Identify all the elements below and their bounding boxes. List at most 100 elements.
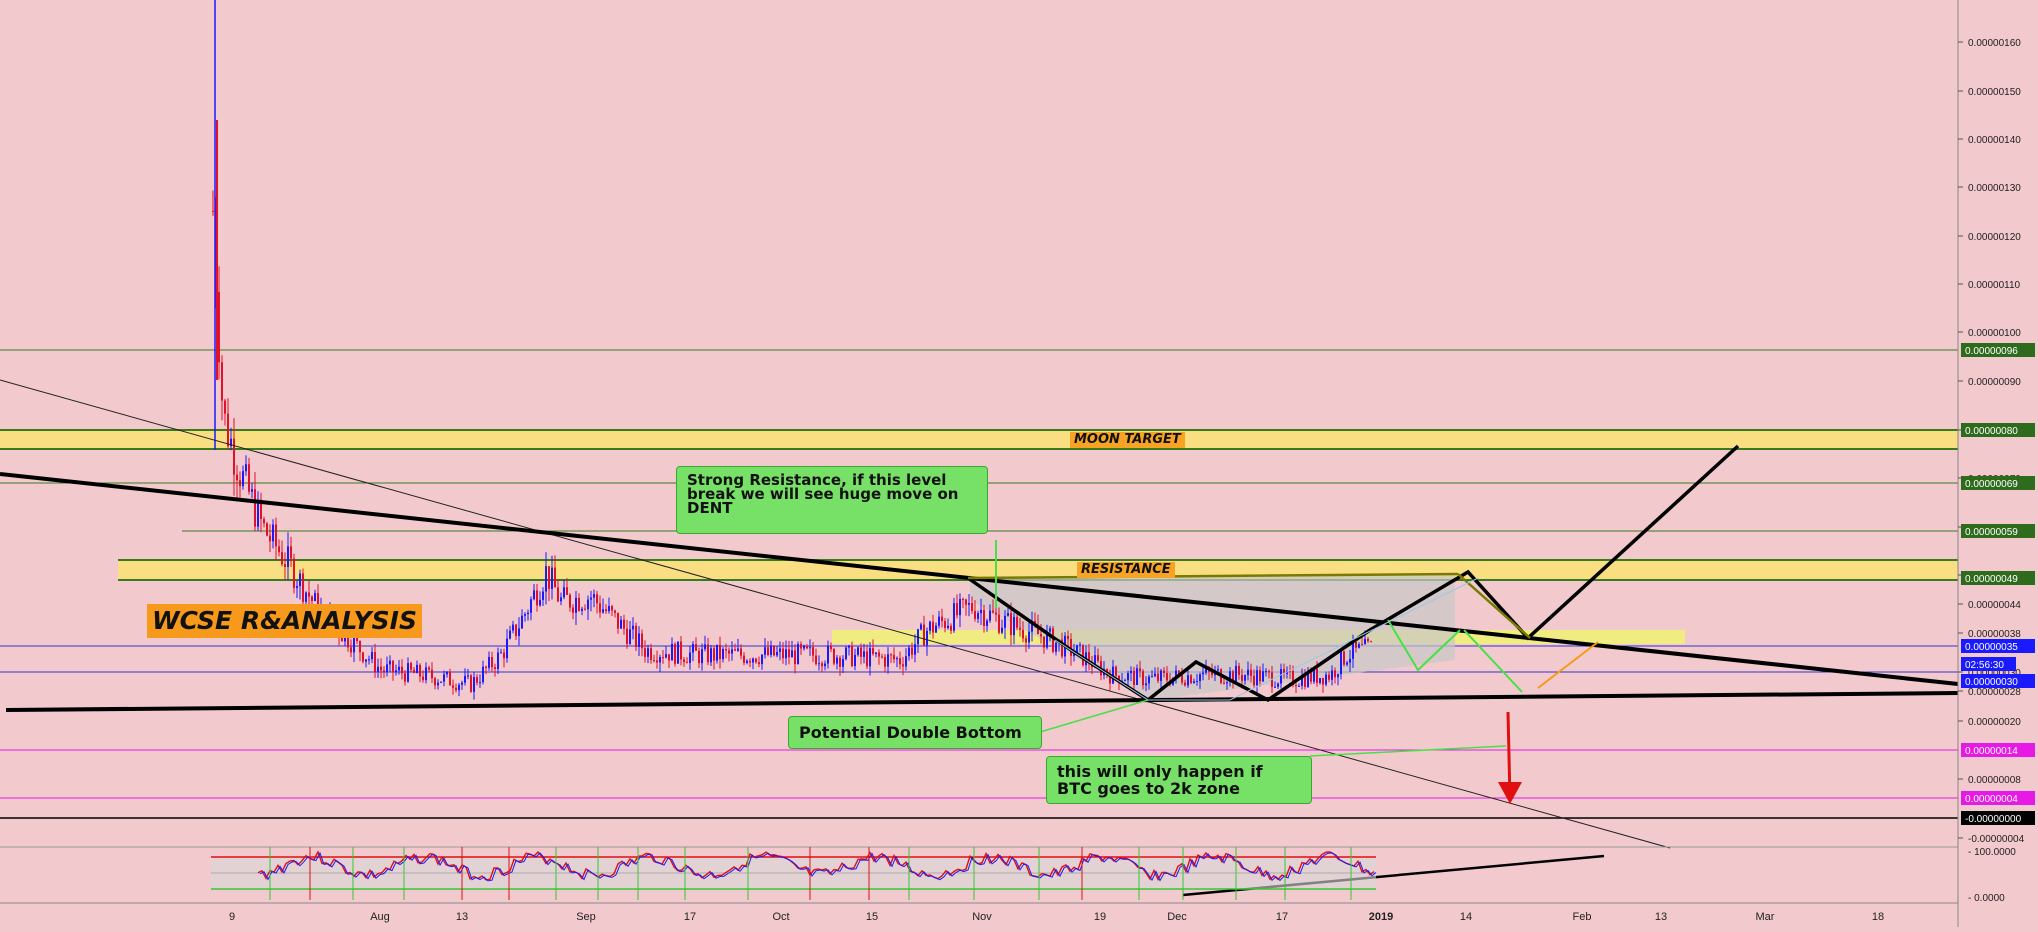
candle-body <box>509 630 511 639</box>
candle-body <box>905 656 907 667</box>
candle-body <box>758 662 760 665</box>
candle-body <box>1340 651 1342 675</box>
candle-body <box>419 664 421 677</box>
candle-body <box>431 669 433 679</box>
candle-body <box>623 619 625 629</box>
candle-body <box>1148 676 1150 684</box>
candle-body <box>413 669 415 674</box>
candle-body <box>506 638 508 659</box>
candle-body <box>929 621 931 631</box>
candle-body <box>944 621 946 628</box>
candle-body <box>1319 678 1321 683</box>
candle-body <box>857 647 859 655</box>
candle-body <box>587 599 589 610</box>
candle-body <box>479 682 481 684</box>
candle-body <box>674 643 676 664</box>
candle-body <box>1193 681 1195 684</box>
candle-body <box>731 649 733 654</box>
candle-body <box>995 612 997 615</box>
candle-body <box>890 654 892 656</box>
time-tick-label: Dec <box>1167 911 1187 923</box>
price-tag-label: -0.00000000 <box>1965 814 2022 825</box>
time-tick-label: 17 <box>1276 911 1288 923</box>
candle-body <box>299 573 301 587</box>
candle-body <box>212 210 214 212</box>
candle-body <box>422 676 424 681</box>
candle-body <box>383 670 385 672</box>
price-axis[interactable]: 0.00000160 0.00000150 0.00000140 0.00000130… <box>1957 0 2038 927</box>
candle-body <box>314 593 316 601</box>
candle-body <box>1235 665 1237 682</box>
candle-body <box>536 590 538 606</box>
candle-body <box>566 587 568 595</box>
price-tag-label: 0.00000080 <box>1965 426 2018 437</box>
candle-body <box>554 567 556 588</box>
candle-body <box>1316 668 1318 683</box>
candle-body <box>896 658 898 660</box>
time-tick-label: Nov <box>972 911 992 923</box>
candle-body <box>911 647 913 655</box>
price-tag-label: 0.00000030 <box>1965 677 2018 688</box>
candle-body <box>1274 686 1276 688</box>
candle-body <box>362 652 364 662</box>
candle-body <box>464 675 466 683</box>
double-bottom-callout: Potential Double Bottom <box>788 716 1042 749</box>
candle-body <box>500 652 502 654</box>
candle-body <box>1190 675 1192 684</box>
candle-body <box>950 625 952 631</box>
candle-body <box>662 657 664 659</box>
candle-body <box>218 291 220 363</box>
candle-body <box>524 614 526 616</box>
time-tick-label: 13 <box>456 911 468 923</box>
candle-body <box>224 400 226 414</box>
candle-body <box>1007 613 1009 616</box>
candle-body <box>962 599 964 601</box>
candle-body <box>815 655 817 665</box>
candle-body <box>1367 638 1369 642</box>
candle-body <box>1268 671 1270 673</box>
candle-body <box>764 647 766 655</box>
candle-body <box>914 644 916 655</box>
candle-body <box>401 666 403 674</box>
candle-body <box>263 518 265 524</box>
candle-body <box>1298 685 1300 687</box>
candle-body <box>578 597 580 611</box>
candle-body <box>254 489 256 527</box>
candle-body <box>245 464 247 472</box>
candle-body <box>470 675 472 692</box>
candle-body <box>1223 682 1225 684</box>
price-tag-label: 0.00000059 <box>1965 527 2018 538</box>
time-tick-label: Feb <box>1573 911 1592 923</box>
price-tick-label: 0.00000140 <box>1968 135 2021 146</box>
candle-body <box>1238 665 1240 675</box>
candle-body <box>716 644 718 661</box>
candle-body <box>1040 634 1042 637</box>
price-tick-label: 0.00000130 <box>1968 183 2021 194</box>
candle-body <box>848 645 850 648</box>
candle-body <box>1226 682 1228 684</box>
candle-body <box>1019 627 1021 630</box>
candle-body <box>776 651 778 656</box>
candle-body <box>452 685 454 688</box>
osc-tick-label: - 100.0000 <box>1968 847 2016 858</box>
candle-body <box>476 677 478 683</box>
candle-body <box>302 573 304 602</box>
price-chart[interactable]: 0.00000160 0.00000150 0.00000140 0.00000130… <box>0 0 2038 927</box>
candle-body <box>242 471 244 487</box>
time-axis[interactable]: 9 Aug 13 Sep 17 Oct 15 Nov 19 Dec 17 2019 14 Feb 13 Mar… <box>0 902 1958 923</box>
candle-body <box>356 637 358 642</box>
candle-body <box>485 666 487 668</box>
candle-body <box>1145 683 1147 686</box>
orange-arrow <box>1537 641 1599 689</box>
price-tick-label: 0.00000090 <box>1968 377 2021 388</box>
candle-body <box>1331 670 1333 680</box>
candle-body <box>1052 628 1054 652</box>
candle-body <box>512 624 514 631</box>
candle-body <box>1154 673 1156 677</box>
candle-body <box>992 610 994 613</box>
candle-body <box>377 666 379 672</box>
candle-body <box>908 647 910 657</box>
candle-body <box>644 648 646 657</box>
candle-body <box>971 603 973 612</box>
price-tick-label: 0.00000008 <box>1968 775 2021 786</box>
